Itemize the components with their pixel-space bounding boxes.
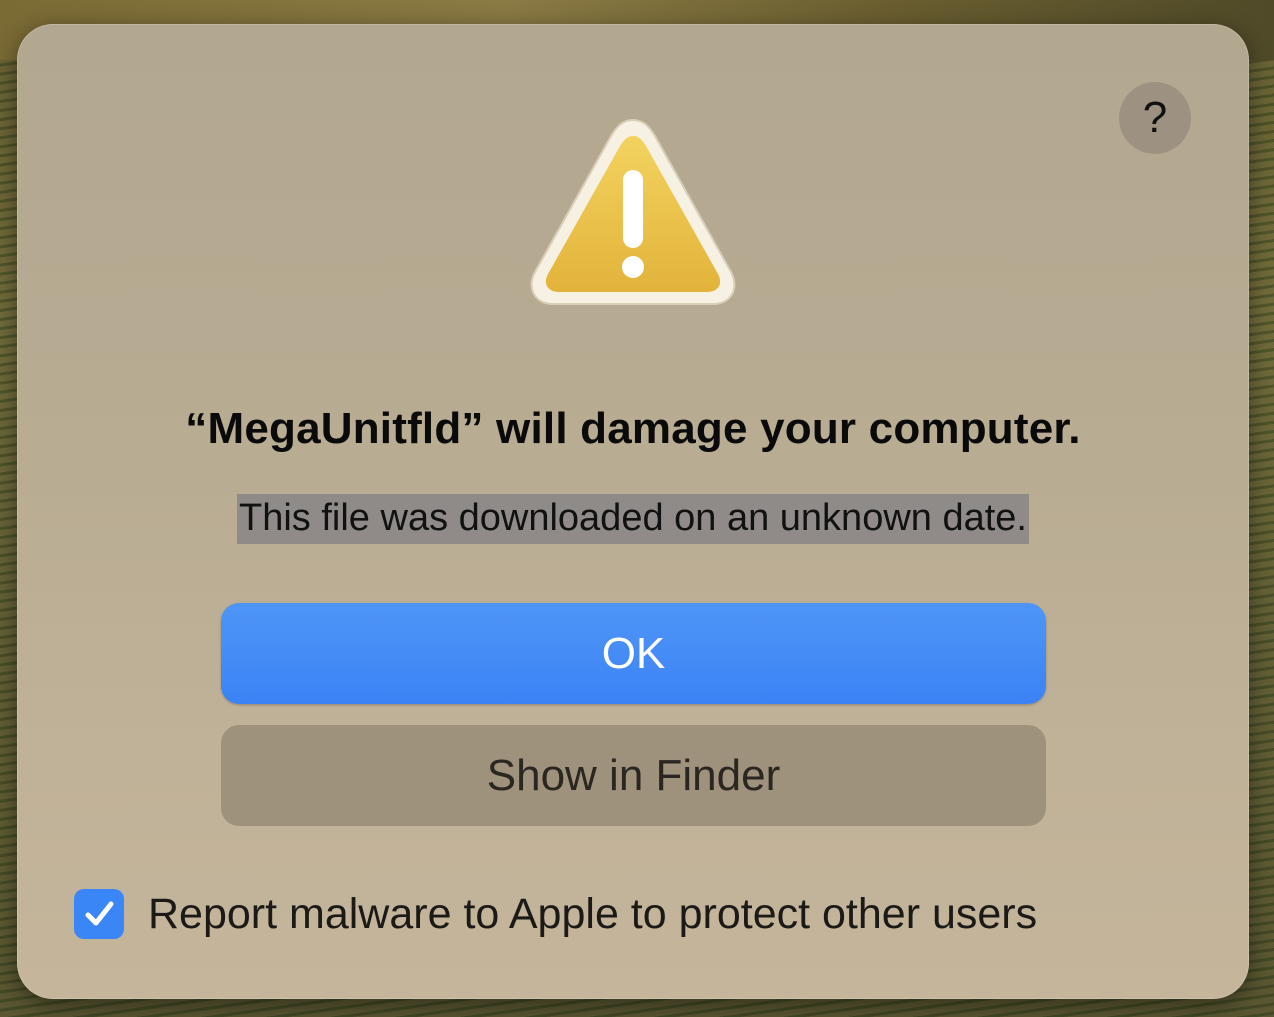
report-malware-checkbox[interactable] <box>74 889 124 939</box>
alert-message: This file was downloaded on an unknown d… <box>237 494 1029 544</box>
report-malware-option[interactable]: Report malware to Apple to protect other… <box>74 886 1037 942</box>
alert-message-row: This file was downloaded on an unknown d… <box>17 494 1249 544</box>
ok-button[interactable]: OK <box>221 603 1046 704</box>
checkmark-icon <box>85 901 114 926</box>
report-malware-label: Report malware to Apple to protect other… <box>148 889 1038 938</box>
alert-title: “MegaUnitfld” will damage your computer. <box>185 404 1081 453</box>
malware-alert-dialog: ? “MegaUnitfld” will damage your compute… <box>17 24 1249 999</box>
warning-triangle-icon <box>530 118 736 305</box>
help-button[interactable]: ? <box>1119 82 1191 154</box>
show-in-finder-button[interactable]: Show in Finder <box>221 725 1046 826</box>
